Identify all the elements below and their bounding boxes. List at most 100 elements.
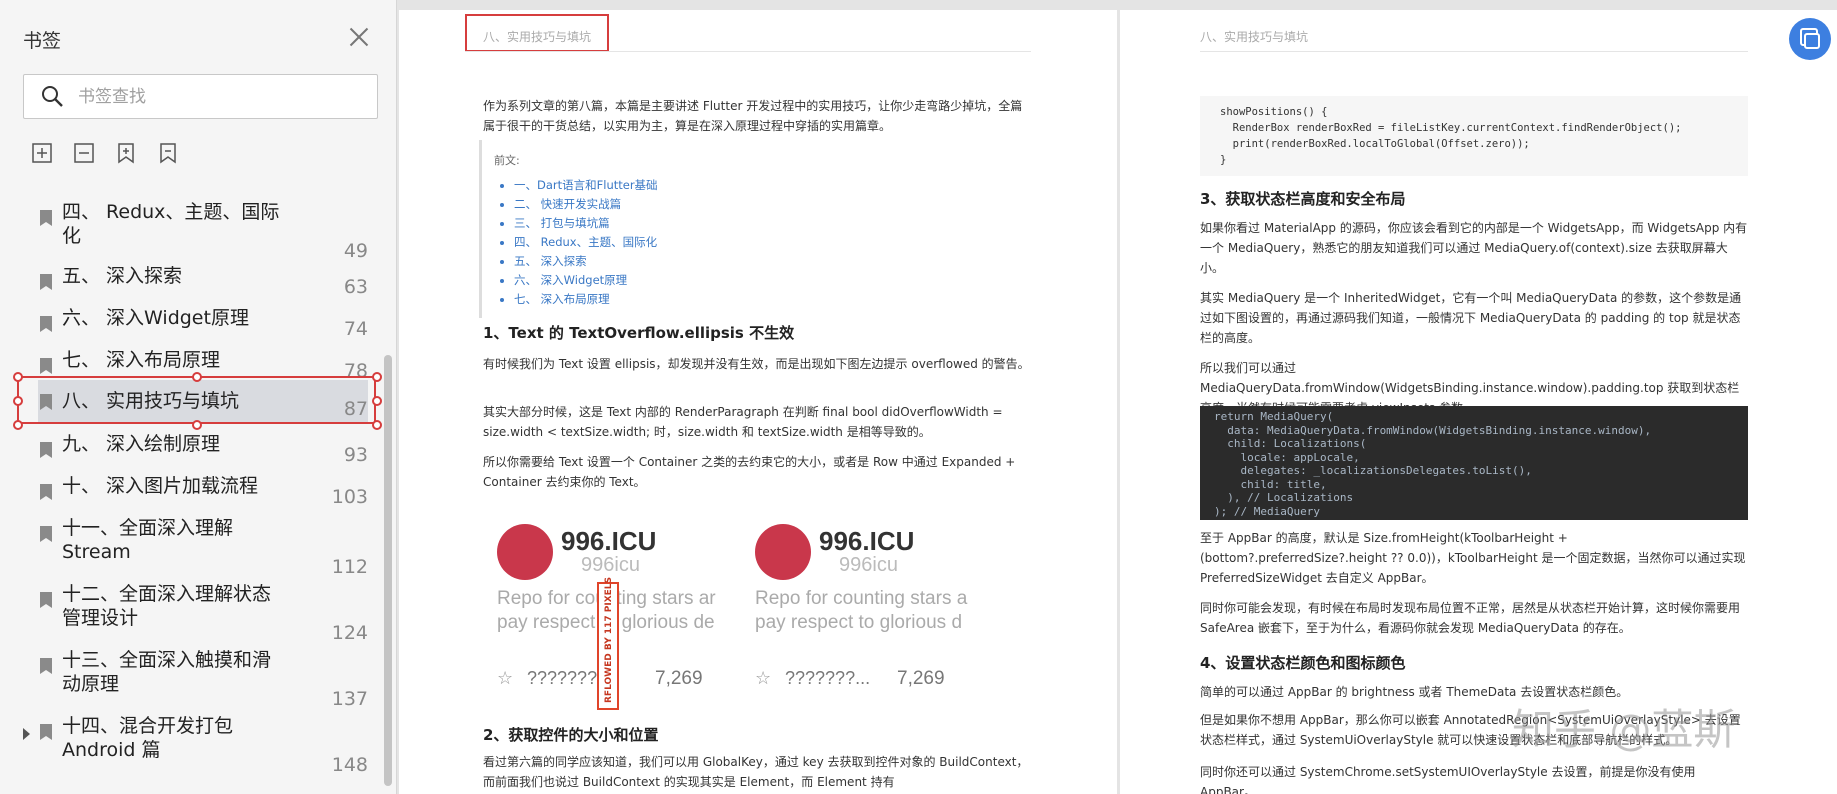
bookmark-item[interactable]: 四、 Redux、主题、国际化 49 bbox=[38, 200, 368, 262]
repo-desc: pay respect to glorious d bbox=[755, 612, 963, 633]
bookmark-item[interactable]: 五、 深入探索 63 bbox=[38, 264, 368, 300]
bookmark-list: 四、 Redux、主题、国际化 49 五、 深入探索 63 六、 深入Widge… bbox=[0, 190, 380, 794]
paragraph: 如果你看过 MaterialApp 的源码，你应该会看到它的内部是一个 Widg… bbox=[1200, 221, 1748, 275]
code-screenshot: return MediaQuery( data: MediaQueryData.… bbox=[1200, 406, 1748, 520]
selection-handle[interactable] bbox=[192, 372, 202, 382]
bookmark-item[interactable]: 十三、全面深入触摸和滑动原理 137 bbox=[38, 648, 368, 710]
selection-handle[interactable] bbox=[192, 420, 202, 430]
repo-logo-icon bbox=[497, 524, 553, 580]
selection-handle[interactable] bbox=[13, 420, 23, 430]
repo-desc: Repo for counting stars a bbox=[755, 588, 968, 609]
toc-link[interactable]: 六、 深入Widget原理 bbox=[514, 271, 1009, 290]
header-divider bbox=[465, 51, 1031, 52]
expand-all-icon[interactable] bbox=[30, 141, 54, 165]
section-heading: 1、Text 的 TextOverflow.ellipsis 不生效 bbox=[483, 324, 795, 342]
paragraph: 其实 MediaQuery 是一个 InheritedWidget，它有一个叫 … bbox=[1200, 291, 1742, 345]
bookmark-label: 十四、混合开发打包 Android 篇 bbox=[62, 715, 234, 761]
quote-block: 前文: 一、Dart语言和Flutter基础 二、 快速开发实战篇 三、 打包与… bbox=[479, 140, 1009, 318]
selection-handle[interactable] bbox=[13, 396, 23, 406]
repo-title: 996.ICU bbox=[819, 526, 915, 556]
bookmark-label: 十二、全面深入理解状态管理设计 bbox=[62, 583, 272, 629]
fork-count: 7,269 bbox=[897, 668, 945, 689]
bookmark-icon bbox=[40, 724, 52, 740]
header-highlight bbox=[465, 14, 609, 52]
repo-user: 996icu bbox=[581, 554, 640, 576]
star-icon: ☆ bbox=[497, 668, 514, 689]
star-count: ??????? bbox=[527, 668, 598, 688]
bookmark-page: 112 bbox=[331, 556, 368, 578]
toc-list: 一、Dart语言和Flutter基础 二、 快速开发实战篇 三、 打包与填坑篇 … bbox=[494, 176, 1009, 309]
repo-user: 996icu bbox=[839, 554, 898, 576]
bookmark-icon bbox=[40, 274, 52, 290]
pdf-page-left: 八、实用技巧与填坑 作为系列文章的第八篇，本篇是主要讲述 Flutter 开发过… bbox=[399, 10, 1117, 794]
quote-label: 前文: bbox=[494, 154, 520, 167]
star-count: ???????... bbox=[785, 668, 871, 688]
floating-action-button[interactable] bbox=[1789, 18, 1831, 60]
selection-handle[interactable] bbox=[13, 372, 23, 382]
toc-link[interactable]: 五、 深入探索 bbox=[514, 252, 1009, 271]
bookmark-page: 49 bbox=[343, 240, 368, 262]
collapse-all-icon[interactable] bbox=[72, 141, 96, 165]
paragraph: 看过第六篇的同学应该知道，我们可以用 GlobalKey，通过 key 去获取到… bbox=[483, 755, 1029, 789]
toc-link[interactable]: 二、 快速开发实战篇 bbox=[514, 195, 1009, 214]
expand-arrow-icon[interactable] bbox=[23, 728, 30, 740]
bookmark-item[interactable]: 十二、全面深入理解状态管理设计 124 bbox=[38, 582, 368, 644]
paragraph: 同时你可能会发现，有时候在布局时发现布局位置不正常，居然是从状态栏开始计算，这时… bbox=[1200, 601, 1741, 635]
bookmark-item[interactable]: 六、 深入Widget原理 74 bbox=[38, 306, 368, 342]
bookmark-label: 十一、全面深入理解Stream bbox=[62, 517, 234, 563]
toc-link[interactable]: 一、Dart语言和Flutter基础 bbox=[514, 176, 1009, 195]
document-view[interactable]: 八、实用技巧与填坑 作为系列文章的第八篇，本篇是主要讲述 Flutter 开发过… bbox=[397, 0, 1837, 794]
fork-count: 7,269 bbox=[655, 668, 703, 689]
toc-link[interactable]: 七、 深入布局原理 bbox=[514, 290, 1009, 309]
bookmark-label: 十三、全面深入触摸和滑动原理 bbox=[62, 649, 272, 695]
close-icon[interactable] bbox=[346, 24, 372, 50]
selection-handle[interactable] bbox=[372, 420, 382, 430]
bookmark-icon bbox=[40, 658, 52, 674]
bookmark-search[interactable] bbox=[23, 74, 378, 119]
selection-handle[interactable] bbox=[372, 372, 382, 382]
bookmark-icon bbox=[40, 442, 52, 458]
section-heading: 4、设置状态栏颜色和图标颜色 bbox=[1200, 654, 1406, 672]
bookmark-label: 六、 深入Widget原理 bbox=[62, 307, 249, 329]
toc-link[interactable]: 三、 打包与填坑篇 bbox=[514, 214, 1009, 233]
bookmark-page: 124 bbox=[331, 622, 368, 644]
search-icon bbox=[42, 86, 63, 107]
bookmark-item[interactable]: 十、 深入图片加载流程 103 bbox=[38, 474, 368, 510]
bookmark-icon bbox=[40, 316, 52, 332]
panel-title: 书签 bbox=[23, 30, 62, 52]
paragraph: 同时你还可以通过 SystemChrome.setSystemUIOverlay… bbox=[1200, 765, 1696, 794]
paragraph: 有时候我们为 Text 设置 ellipsis，却发现并没有生效，而是出现如下图… bbox=[483, 357, 1030, 371]
bookmark-icon bbox=[40, 484, 52, 500]
paragraph: 所以你需要给 Text 设置一个 Container 之类的去约束它的大小，或者… bbox=[483, 455, 1016, 489]
bookmark-item[interactable]: 九、 深入绘制原理 93 bbox=[38, 432, 368, 468]
paragraph: 其实大部分时候，这是 Text 内部的 RenderParagraph 在判断 … bbox=[483, 405, 1003, 439]
section-heading: 3、获取状态栏高度和安全布局 bbox=[1200, 190, 1406, 208]
screenshot-image: 996.ICU 996icu Repo for counting stars a… bbox=[479, 510, 1022, 710]
bookmark-page: 148 bbox=[331, 754, 368, 776]
repo-card: 996.ICU 996icu Repo for counting stars a… bbox=[737, 510, 992, 710]
bookmark-icon bbox=[40, 592, 52, 608]
translate-icon bbox=[1800, 28, 1820, 49]
bookmark-page: 63 bbox=[343, 276, 368, 298]
pdf-page-right: 八、实用技巧与填坑 showPositions() { RenderBox re… bbox=[1120, 10, 1837, 794]
bookmark-icon bbox=[40, 526, 52, 542]
search-input[interactable] bbox=[76, 75, 370, 118]
overflow-label: RFLOWED BY 117 PIXELS bbox=[604, 576, 614, 703]
toc-link[interactable]: 四、 Redux、主题、国际化 bbox=[514, 233, 1009, 252]
bookmark-page: 103 bbox=[331, 486, 368, 508]
selection-handle[interactable] bbox=[372, 396, 382, 406]
bookmark-page: 137 bbox=[331, 688, 368, 710]
page-header: 八、实用技巧与填坑 bbox=[1200, 30, 1309, 44]
bookmark-icon bbox=[40, 358, 52, 374]
remove-bookmark-icon[interactable] bbox=[156, 141, 180, 165]
add-bookmark-icon[interactable] bbox=[114, 141, 138, 165]
bookmark-item[interactable]: 十四、混合开发打包 Android 篇 148 bbox=[38, 714, 368, 776]
bookmark-label: 十、 深入图片加载流程 bbox=[62, 475, 259, 497]
bookmark-page: 93 bbox=[343, 444, 368, 466]
bookmark-label: 七、 深入布局原理 bbox=[62, 349, 221, 371]
scrollbar-thumb[interactable] bbox=[384, 355, 392, 786]
section-heading: 2、获取控件的大小和位置 bbox=[483, 726, 659, 744]
star-icon: ☆ bbox=[755, 668, 772, 689]
selection-highlight bbox=[17, 376, 376, 424]
bookmark-item[interactable]: 十一、全面深入理解Stream 112 bbox=[38, 516, 368, 578]
